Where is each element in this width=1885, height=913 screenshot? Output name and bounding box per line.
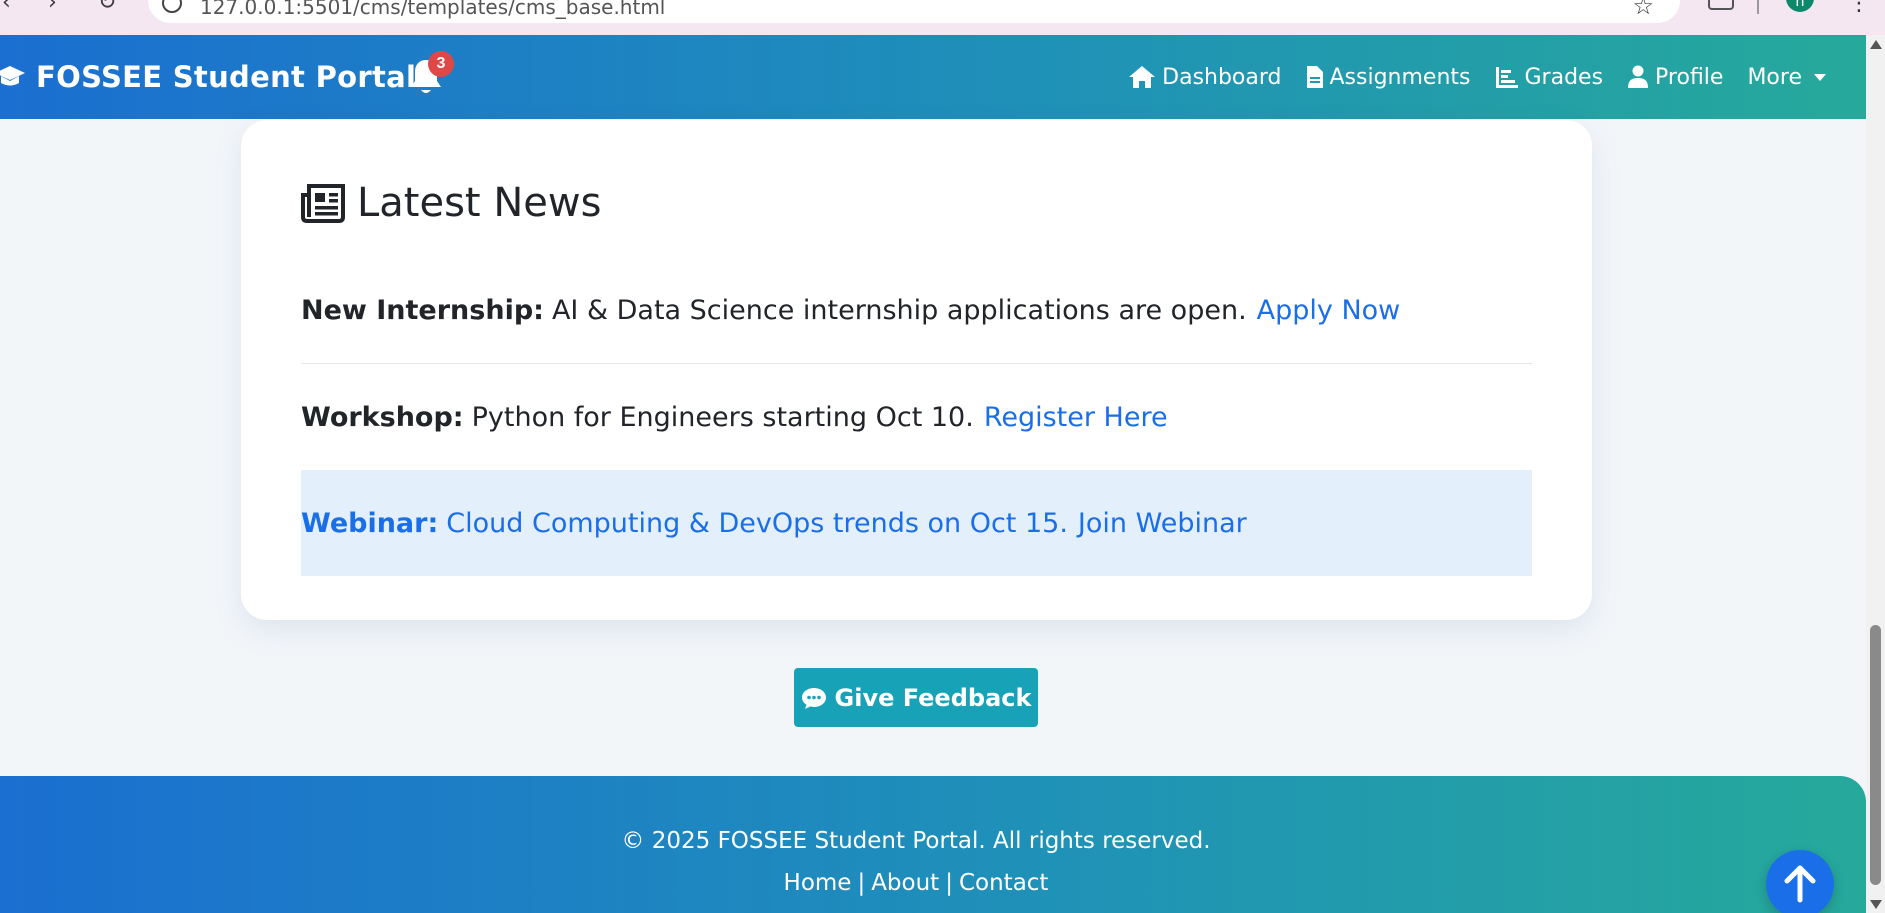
footer-separator: | [857, 870, 866, 896]
toolbar-divider [1757, 0, 1759, 14]
nav-profile[interactable]: Profile [1627, 65, 1723, 90]
news-item-text: Cloud Computing & DevOps trends on Oct 1… [446, 507, 1068, 539]
document-icon [1306, 66, 1323, 88]
graduation-cap-icon [0, 66, 25, 86]
back-to-top-button[interactable] [1766, 850, 1834, 913]
nav-dashboard-label: Dashboard [1162, 64, 1282, 90]
register-here-link[interactable]: Register Here [984, 402, 1168, 433]
footer-links: Home | About | Contact [0, 870, 1832, 896]
news-item-text: AI & Data Science internship application… [551, 294, 1247, 326]
nav-assignments-label: Assignments [1329, 64, 1471, 90]
nav-dashboard[interactable]: Dashboard [1128, 64, 1282, 90]
page-scrollbar[interactable] [1866, 35, 1885, 913]
news-item-text: Python for Engineers starting Oct 10. [471, 401, 974, 433]
nav-grades[interactable]: Grades [1495, 64, 1604, 90]
brand[interactable]: FOSSEE Student Portal [0, 57, 416, 97]
nav-more-dropdown[interactable]: More [1747, 65, 1826, 90]
extensions-icon[interactable] [1708, 0, 1734, 10]
newspaper-icon [301, 184, 345, 223]
browser-menu-icon[interactable]: ⋮ [1848, 0, 1870, 16]
footer-copyright: © 2025 FOSSEE Student Portal. All rights… [621, 828, 1211, 854]
news-item-label: Workshop: [301, 401, 464, 433]
latest-news-card: Latest News New Internship: AI & Data Sc… [241, 120, 1592, 620]
nav-assignments[interactable]: Assignments [1306, 65, 1471, 90]
url-text[interactable]: 127.0.0.1:5501/cms/templates/cms_base.ht… [200, 0, 665, 19]
nav-profile-label: Profile [1655, 64, 1724, 90]
apply-now-link[interactable]: Apply Now [1257, 295, 1401, 326]
footer-link-contact[interactable]: Contact [959, 870, 1048, 896]
news-item: New Internship: AI & Data Science intern… [301, 257, 1532, 364]
notification-badge: 3 [428, 51, 454, 77]
notifications-bell[interactable]: 3 [408, 51, 454, 97]
footer-link-about[interactable]: About [871, 870, 939, 896]
give-feedback-label: Give Feedback [834, 683, 1032, 712]
footer-link-home[interactable]: Home [784, 870, 852, 896]
nav-more-label: More [1747, 64, 1802, 90]
give-feedback-button[interactable]: Give Feedback [794, 668, 1038, 727]
nav-grades-label: Grades [1524, 64, 1604, 90]
scroll-down-arrow-icon[interactable] [1870, 900, 1882, 909]
footer-separator: | [945, 870, 953, 896]
news-heading: Latest News [301, 180, 601, 226]
scrollbar-thumb[interactable] [1870, 625, 1881, 885]
news-item-highlighted[interactable]: Webinar: Cloud Computing & DevOps trends… [301, 470, 1532, 576]
back-icon[interactable]: ‹ [2, 0, 11, 15]
footer: © 2025 FOSSEE Student Portal. All rights… [0, 776, 1866, 913]
chat-bubble-icon [801, 687, 826, 709]
site-info-icon[interactable] [162, 0, 182, 13]
news-title: Latest News [357, 180, 602, 226]
top-navbar: FOSSEE Student Portal 3 Dashboard Assign… [0, 35, 1866, 119]
brand-title: FOSSEE Student Portal [36, 60, 417, 94]
caret-down-icon [1814, 73, 1826, 81]
nav-links: Dashboard Assignments Grades Profile Mor… [1104, 57, 1826, 97]
browser-toolbar: ‹ › ↻ 127.0.0.1:5501/cms/templates/cms_b… [0, 0, 1885, 35]
join-webinar-link[interactable]: Join Webinar [1078, 508, 1247, 539]
news-item-label: Webinar: [301, 507, 439, 539]
profile-avatar[interactable]: n [1786, 0, 1814, 12]
home-icon [1129, 66, 1156, 88]
news-item-label: New Internship: [301, 294, 544, 326]
reload-icon[interactable]: ↻ [98, 0, 116, 15]
scroll-up-arrow-icon[interactable] [1870, 40, 1882, 49]
forward-icon[interactable]: › [48, 0, 57, 15]
user-icon [1628, 65, 1649, 88]
page-viewport: FOSSEE Student Portal 3 Dashboard Assign… [0, 35, 1866, 913]
news-item: Workshop: Python for Engineers starting … [301, 364, 1532, 470]
address-bar[interactable]: 127.0.0.1:5501/cms/templates/cms_base.ht… [148, 0, 1680, 23]
arrow-up-icon [1784, 865, 1816, 903]
bookmark-star-icon[interactable]: ☆ [1632, 0, 1654, 21]
chart-icon [1495, 67, 1518, 88]
